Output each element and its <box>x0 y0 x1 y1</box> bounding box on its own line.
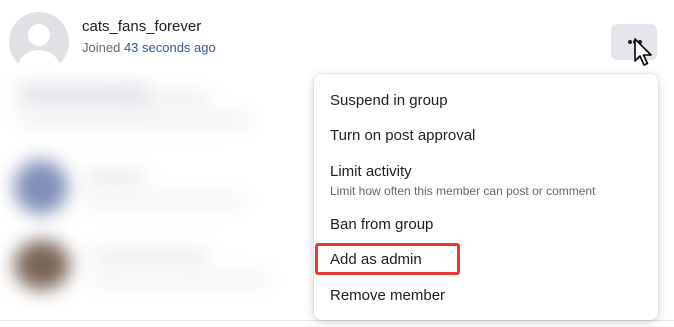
avatar-head-shape <box>28 24 50 46</box>
menu-item-limit-activity-description: Limit how often this member can post or … <box>330 184 596 198</box>
member-options-menu: Suspend in group Turn on post approval L… <box>314 74 658 320</box>
menu-item-ban-from-group[interactable]: Ban from group <box>330 216 433 233</box>
avatar-body-shape <box>17 50 61 72</box>
member-card: cats_fans_forever Joined 43 seconds ago … <box>0 0 674 327</box>
joined-info: Joined 43 seconds ago <box>82 40 216 55</box>
card-divider <box>0 320 674 321</box>
menu-item-remove-member[interactable]: Remove member <box>330 287 445 304</box>
mouse-pointer-icon <box>634 38 652 66</box>
member-name-link[interactable]: cats_fans_forever <box>82 18 201 35</box>
joined-prefix: Joined <box>82 40 121 55</box>
menu-item-turn-on-post-approval[interactable]: Turn on post approval <box>330 127 475 144</box>
menu-item-limit-activity[interactable]: Limit activity Limit how often this memb… <box>330 163 595 198</box>
menu-item-limit-activity-label: Limit activity <box>330 163 412 180</box>
joined-time-link[interactable]: 43 seconds ago <box>124 40 216 55</box>
member-avatar-icon[interactable] <box>9 12 69 72</box>
menu-item-suspend-in-group[interactable]: Suspend in group <box>330 92 448 109</box>
menu-item-add-as-admin[interactable]: Add as admin <box>330 251 422 268</box>
